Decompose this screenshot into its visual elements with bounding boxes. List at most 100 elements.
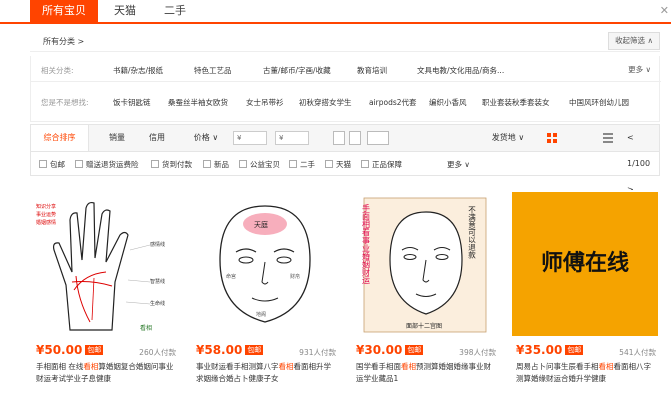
svg-text:感情线: 感情线: [150, 241, 165, 248]
product-card[interactable]: 天庭 命宫 财帛 地阁 ¥58.00 包邮 931人付款 事业财运看手相测算八字看…: [190, 190, 340, 400]
svg-text:智慧线: 智慧线: [150, 278, 165, 285]
checkbox-charity[interactable]: 公益宝贝: [239, 159, 280, 170]
svg-text:财帛: 财帛: [290, 273, 300, 280]
product-image-palm[interactable]: 知识分享 事业运势 婚姻感情 感情线 智慧线 生命线 看相: [30, 190, 180, 338]
product-title[interactable]: 周易占卜问事生辰看手相看相看面相八字测算婚缘财运合婚升学健康: [516, 361, 658, 385]
related-category-option[interactable]: 教育培训: [357, 65, 387, 76]
free-shipping-badge: 包邮: [245, 345, 264, 355]
checkbox-label: 二手: [300, 160, 315, 169]
suggestion-link[interactable]: 职业套装秋季套装女: [482, 97, 550, 108]
layout-toggle-icon[interactable]: [333, 131, 345, 145]
layout-toggle-icon[interactable]: [367, 131, 389, 145]
product-image-master-online[interactable]: 师傅在线: [510, 190, 660, 338]
checkbox-return-insurance[interactable]: 赠送退货运费险: [75, 159, 139, 170]
palm-label: 生命线: [150, 300, 165, 307]
svg-text:命宫: 命宫: [226, 273, 236, 280]
suggestion-link[interactable]: airpods2代套: [369, 97, 417, 108]
sort-sales[interactable]: 销量: [97, 125, 137, 151]
suggestion-link[interactable]: 编织小香风: [429, 97, 467, 108]
checkbox-icon: [203, 160, 211, 168]
product-card[interactable]: 手面相看事业婚姻财运 不满意可以退款 面部十二宫图 ¥30.00 包邮 398人付…: [350, 190, 500, 400]
checkbox-label: 公益宝贝: [250, 160, 280, 169]
pager: < 1/100 >: [627, 125, 659, 194]
related-category-option[interactable]: 书籍/杂志/报纸: [113, 65, 163, 76]
free-shipping-badge: 包邮: [565, 345, 584, 355]
suggestion-link[interactable]: 初秋穿搭女学生: [299, 97, 352, 108]
more-categories-button[interactable]: 更多 ∨: [628, 64, 651, 75]
face-chart-bottom-text: 面部十二宫图: [406, 322, 442, 330]
tab-all-items[interactable]: 所有宝贝: [30, 0, 98, 22]
price-min-input[interactable]: ¥: [233, 131, 267, 145]
sort-price[interactable]: 价格 ∨: [181, 125, 231, 151]
sales-count: 260人付款: [139, 348, 176, 357]
suggestion-link[interactable]: 饭卡钥匙链: [113, 97, 151, 108]
svg-text:事业运势: 事业运势: [36, 211, 56, 218]
product-title[interactable]: 事业财运看手相测算八字看相看面相升学求姻缘合婚占卜健康子女: [196, 361, 338, 385]
checkbox-icon: [75, 160, 83, 168]
product-image-face-chart[interactable]: 手面相看事业婚姻财运 不满意可以退款 面部十二宫图: [350, 190, 500, 338]
prev-page-button[interactable]: <: [627, 133, 634, 142]
checkbox-free-shipping[interactable]: 包邮: [39, 159, 65, 170]
service-filter-row: 包邮 赠送退货运费险 货到付款 新品 公益宝贝 二手 天猫 正品保障 更多 ∨: [30, 152, 660, 176]
checkbox-genuine[interactable]: 正品保障: [361, 159, 402, 170]
checkbox-label: 货到付款: [162, 160, 192, 169]
checkbox-tmall[interactable]: 天猫: [325, 159, 351, 170]
free-shipping-badge: 包邮: [85, 345, 104, 355]
sales-count: 398人付款: [459, 348, 496, 357]
sort-bar: 综合排序 销量 信用 价格 ∨ ¥ ¥ 发货地 ∨ < 1/100 >: [30, 124, 660, 194]
refund-vertical-text: 不满意可以退款: [467, 206, 476, 260]
product-price: ¥35.00 包邮: [516, 343, 584, 357]
sales-count: 931人付款: [299, 348, 336, 357]
svg-text:看相: 看相: [140, 324, 152, 332]
price-max-input[interactable]: ¥: [275, 131, 309, 145]
filter-panel: 相关分类: 书籍/杂志/报纸 特色工艺品 古董/邮币/字画/收藏 教育培训 文具…: [30, 56, 661, 122]
tab-tmall[interactable]: 天猫: [110, 0, 140, 22]
master-online-text: 师傅在线: [541, 250, 629, 276]
related-categories-label: 相关分类:: [41, 66, 74, 75]
checkbox-icon: [325, 160, 333, 168]
product-price: ¥30.00 包邮: [356, 343, 424, 357]
product-title[interactable]: 手相面相 在线看相算婚姻复合婚姻问事业财运考试学业子息健康: [36, 361, 178, 385]
checkbox-label: 包邮: [50, 160, 65, 169]
sort-credit[interactable]: 信用: [137, 125, 177, 151]
sort-default[interactable]: 综合排序: [31, 125, 89, 151]
suggestion-link[interactable]: 中国风环创幼儿园: [569, 97, 629, 108]
category-row: 所有分类 > 收起筛选 ∧: [30, 30, 660, 52]
related-category-option[interactable]: 古董/邮币/字画/收藏: [263, 65, 331, 76]
suggestion-link[interactable]: 女士吊带衫: [246, 97, 284, 108]
checkbox-second-hand[interactable]: 二手: [289, 159, 315, 170]
product-card[interactable]: 师傅在线 ¥35.00 包邮 541人付款 周易占卜问事生辰看手相看相看面相八字测…: [510, 190, 660, 400]
face-top-label: 天庭: [254, 220, 268, 229]
product-price: ¥50.00 包邮: [36, 343, 104, 357]
suggestion-link[interactable]: 桑蚕丝半袖女欧货: [168, 97, 228, 108]
related-categories-row: 相关分类: 书籍/杂志/报纸 特色工艺品 古董/邮币/字画/收藏 教育培训 文具…: [31, 56, 661, 82]
checkbox-icon: [361, 160, 369, 168]
suggestions-row: 您是不是想找: 饭卡钥匙链 桑蚕丝半袖女欧货 女士吊带衫 初秋穿搭女学生 air…: [31, 88, 661, 114]
product-image-face[interactable]: 天庭 命宫 财帛 地阁: [190, 190, 340, 338]
checkbox-icon: [239, 160, 247, 168]
close-icon[interactable]: ✕: [660, 4, 669, 17]
svg-text:婚姻感情: 婚姻感情: [36, 219, 56, 226]
grid-view-icon[interactable]: [547, 133, 557, 143]
checkbox-cash-on-delivery[interactable]: 货到付款: [151, 159, 192, 170]
list-view-icon[interactable]: [603, 133, 613, 143]
free-shipping-badge: 包邮: [405, 345, 424, 355]
search-tabs: 所有宝贝 天猫 二手 ✕: [0, 0, 671, 24]
more-services-button[interactable]: 更多 ∨: [447, 159, 470, 170]
related-category-option[interactable]: 特色工艺品: [194, 65, 232, 76]
all-categories-link[interactable]: 所有分类 >: [43, 36, 84, 47]
layout-toggle-icon[interactable]: [349, 131, 361, 145]
related-category-option[interactable]: 文具电教/文化用品/商务...: [417, 65, 504, 76]
checkbox-icon: [289, 160, 297, 168]
checkbox-label: 新品: [214, 160, 229, 169]
checkbox-new[interactable]: 新品: [203, 159, 229, 170]
svg-text:知识分享: 知识分享: [36, 203, 56, 210]
product-price: ¥58.00 包邮: [196, 343, 264, 357]
collapse-filters-button[interactable]: 收起筛选 ∧: [608, 32, 660, 50]
svg-text:地阁: 地阁: [256, 311, 266, 318]
checkbox-icon: [151, 160, 159, 168]
ship-from-dropdown[interactable]: 发货地 ∨: [483, 125, 533, 151]
product-card[interactable]: 知识分享 事业运势 婚姻感情 感情线 智慧线 生命线 看相 ¥50.00 包邮 2…: [30, 190, 180, 400]
tab-second-hand[interactable]: 二手: [160, 0, 190, 22]
product-title[interactable]: 国学看手相面看相预测算婚姻婚缘事业财运学业藏品1: [356, 361, 498, 385]
